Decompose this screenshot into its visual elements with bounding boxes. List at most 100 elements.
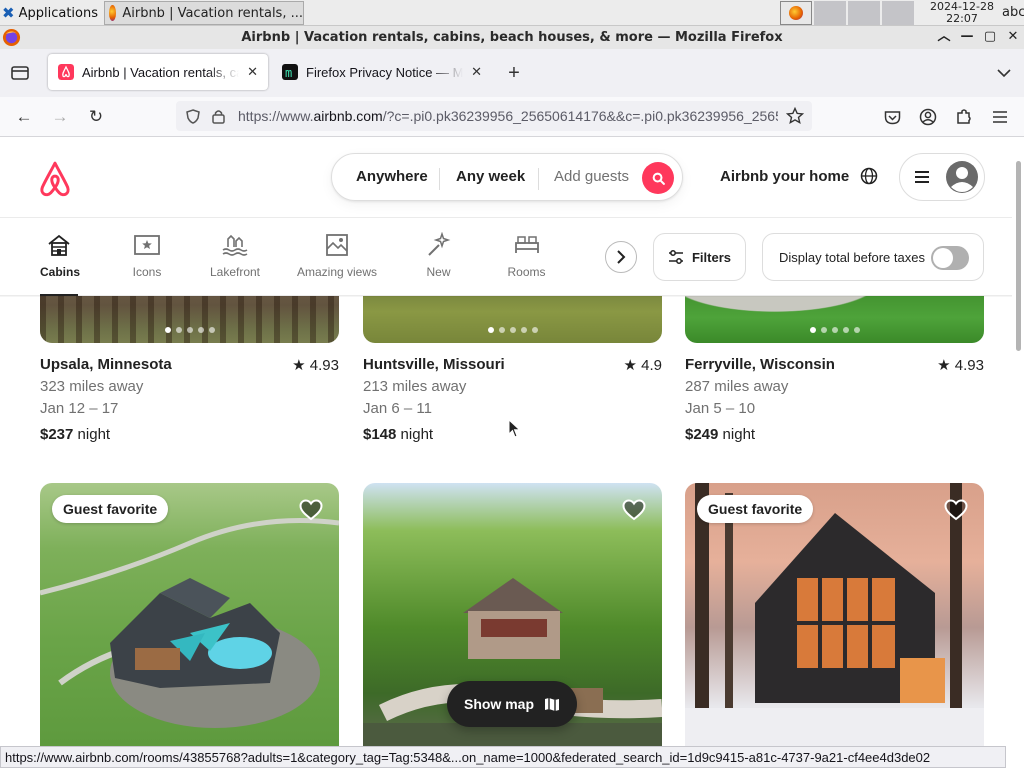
clock[interactable]: 2024-12-28 22:07 (926, 1, 998, 25)
category-label: Lakefront (209, 265, 261, 279)
url-domain: airbnb.com (313, 108, 383, 124)
listing-price: $237 night (40, 426, 339, 443)
url-prefix: https://www. (238, 108, 314, 124)
search-any-week-button[interactable]: Any week (456, 168, 525, 185)
category-label: New (426, 265, 451, 279)
category-cabins[interactable]: Cabins (40, 232, 80, 296)
listing-photo[interactable]: Guest favorite (685, 483, 984, 746)
heart-icon[interactable] (299, 499, 323, 521)
chevron-down-icon (997, 69, 1011, 78)
category-overflow-fade (570, 228, 606, 288)
airbnb-your-home-link[interactable]: Airbnb your home (720, 168, 849, 185)
category-label: Rooms (507, 265, 546, 279)
show-map-button[interactable]: Show map (447, 681, 577, 727)
firefox-view-button[interactable] (6, 59, 34, 87)
url-bar[interactable]: https://www.airbnb.com/?c=.pi0.pk3623995… (176, 101, 812, 131)
tab-airbnb[interactable]: Airbnb | Vacation rentals, cabins, beach… (48, 54, 268, 90)
airbnb-logo-icon[interactable] (38, 161, 72, 197)
photo-carousel-dots (363, 327, 662, 333)
search-button[interactable] (642, 162, 674, 194)
workspace-2[interactable] (814, 1, 846, 25)
category-new[interactable]: New (425, 232, 452, 279)
site-header: Anywhere Any week Add guests Airbnb your… (0, 137, 1012, 218)
category-icons[interactable]: Icons (130, 232, 164, 279)
window-shade-button[interactable]: ︿ (936, 29, 952, 45)
star-icon: ★ (937, 357, 951, 374)
window-close-button[interactable]: ✕ (1005, 29, 1021, 45)
new-tab-button[interactable]: + (500, 59, 528, 87)
window-maximize-button[interactable]: ▢ (982, 29, 998, 45)
workspace-4[interactable] (882, 1, 914, 25)
workspace-1[interactable] (780, 1, 812, 25)
listing-photo[interactable]: Guest favorite (40, 483, 339, 746)
lock-icon[interactable] (212, 109, 225, 124)
keyboard-layout[interactable]: abc (1002, 5, 1024, 20)
bookmark-star-icon[interactable] (786, 107, 804, 125)
category-bar: Cabins Icons Lakefront Amazing views New… (0, 218, 1012, 296)
display-total-toggle-container: Display total before taxes (762, 233, 984, 281)
heart-icon[interactable] (622, 499, 646, 521)
listing-distance: 323 miles away (40, 378, 144, 395)
guest-favorite-badge: Guest favorite (697, 495, 814, 523)
close-tab-icon[interactable]: ✕ (247, 64, 258, 80)
category-amazing-views[interactable]: Amazing views (295, 232, 379, 279)
list-all-tabs-button[interactable] (990, 59, 1018, 87)
globe-icon[interactable] (860, 167, 878, 185)
search-divider (538, 168, 539, 190)
search-bar[interactable]: Anywhere Any week Add guests (331, 153, 683, 201)
new-icon (427, 232, 450, 256)
listing-card-info[interactable]: Ferryville, Wisconsin ★ 4.93 287 miles a… (685, 356, 984, 443)
cabin-icon (48, 234, 70, 256)
search-add-guests-button[interactable]: Add guests (554, 168, 629, 185)
rating-value: 4.9 (641, 357, 662, 374)
category-rooms[interactable]: Rooms (507, 232, 546, 279)
clock-time: 22:07 (946, 12, 978, 25)
taskbar-firefox-window[interactable]: Airbnb | Vacation rentals, ... (104, 1, 304, 25)
search-icon (652, 172, 665, 185)
category-label: Icons (132, 265, 162, 279)
workspace-3[interactable] (848, 1, 880, 25)
back-button[interactable]: ← (10, 103, 38, 131)
listing-card-info[interactable]: Upsala, Minnesota ★ 4.93 323 miles away … (40, 356, 339, 443)
pocket-icon (884, 110, 900, 124)
display-total-toggle[interactable] (931, 246, 969, 270)
url-path: /?c=.pi0.pk36239956_25650614176&&c=.pi0.… (382, 108, 778, 124)
mouse-cursor-icon (508, 419, 521, 438)
page-scrollbar[interactable] (1012, 137, 1024, 746)
close-tab-icon[interactable]: ✕ (471, 64, 482, 80)
search-anywhere-button[interactable]: Anywhere (356, 168, 428, 185)
user-menu-button[interactable] (899, 153, 985, 201)
svg-text:m: m (285, 66, 292, 80)
price-unit: night (722, 426, 756, 443)
listing-dates: Jan 6 – 11 (363, 400, 432, 417)
amazing-views-icon (326, 234, 348, 256)
airbnb-icon (58, 64, 74, 80)
tracking-shield-icon[interactable] (186, 109, 200, 124)
system-taskbar: ✖ Applications Airbnb | Vacation rentals… (0, 0, 1024, 26)
star-icon: ★ (292, 357, 306, 374)
firefox-icon (109, 5, 117, 21)
filters-button[interactable]: Filters (653, 233, 746, 281)
price-amount: $249 (685, 426, 719, 443)
account-button[interactable] (914, 103, 942, 131)
reload-button[interactable]: ↻ (82, 103, 110, 131)
price-amount: $148 (363, 426, 397, 443)
scrollbar-thumb[interactable] (1016, 161, 1021, 351)
tab-firefox-privacy[interactable]: m Firefox Privacy Notice — Mozilla ✕ (272, 54, 492, 90)
guest-favorite-badge: Guest favorite (52, 495, 169, 523)
show-map-label: Show map (463, 696, 534, 712)
listing-rating: ★ 4.93 (292, 356, 339, 374)
applications-menu[interactable]: ✖ Applications (2, 3, 98, 23)
window-minimize-button[interactable]: — (959, 29, 975, 45)
extensions-button[interactable] (950, 103, 978, 131)
rating-value: 4.93 (309, 357, 339, 374)
app-menu-button[interactable] (986, 103, 1014, 131)
category-lakefront[interactable]: Lakefront (207, 232, 263, 279)
icons-icon (134, 235, 160, 255)
listing-dates: Jan 5 – 10 (685, 400, 756, 417)
heart-icon[interactable] (944, 499, 968, 521)
category-next-button[interactable] (605, 241, 637, 273)
forward-button[interactable]: → (46, 103, 74, 131)
pocket-button[interactable] (878, 103, 906, 131)
xfce-icon: ✖ (2, 4, 15, 22)
